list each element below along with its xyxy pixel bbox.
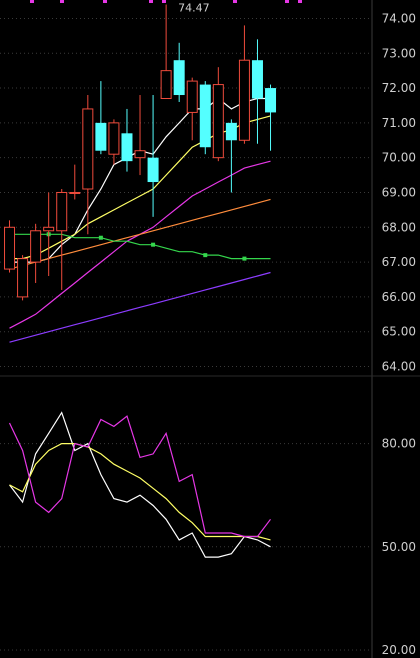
price-tick-label: 74.00: [382, 11, 416, 25]
price-tick-label: 73.00: [382, 46, 416, 60]
ma-marker: [98, 235, 103, 240]
stock-chart: 74.00 73.00 72.00 71.00 70.00 69.00 68.00 67.00…: [0, 0, 420, 658]
candlesticks: [4, 4, 277, 301]
candle-body: [30, 230, 42, 263]
candle-body: [199, 84, 211, 148]
top-marker: [149, 0, 153, 3]
ma-marker: [151, 242, 156, 247]
candle-body: [95, 122, 107, 151]
candle-body: [212, 84, 224, 159]
price-tick-label: 66.00: [382, 290, 416, 304]
top-marker: [233, 0, 237, 3]
price-tick-label: 68.00: [382, 220, 416, 234]
price-grid: [0, 17, 372, 368]
indicator-tick-label: 20.00: [382, 643, 416, 657]
indicator-tick-label: 80.00: [382, 437, 416, 451]
price-tick-label: 67.00: [382, 255, 416, 269]
top-marker: [30, 0, 34, 3]
candle-body: [225, 122, 237, 141]
high-price-label: 74.47: [178, 2, 210, 15]
candle-body: [17, 258, 29, 298]
top-marker: [162, 0, 166, 3]
price-axis: 74.00 73.00 72.00 71.00 70.00 69.00 68.00 67.00…: [178, 0, 416, 376]
price-tick-label: 70.00: [382, 151, 416, 165]
ma-marker: [242, 256, 247, 261]
candle-body: [121, 133, 133, 162]
top-marker: [103, 0, 107, 3]
candle-body: [251, 60, 263, 99]
price-tick-label: 69.00: [382, 185, 416, 199]
price-tick-label: 72.00: [382, 81, 416, 95]
candle-body: [147, 157, 159, 183]
top-marker: [285, 0, 289, 3]
candle-body: [160, 70, 172, 99]
candle-body: [108, 122, 120, 155]
candle-body: [56, 191, 68, 232]
candle-body: [238, 59, 250, 141]
candle-body: [69, 191, 81, 194]
candle-body: [43, 226, 55, 232]
candle-body: [186, 80, 198, 113]
top-marker: [298, 0, 302, 3]
indicator-tick-label: 50.00: [382, 540, 416, 554]
indicator-lines: [8, 411, 271, 558]
ma-marker: [203, 253, 208, 258]
indicator-axis: 80.00 50.00 20.00: [0, 375, 420, 658]
indicator-line: [9, 411, 271, 558]
price-tick-label: 64.00: [382, 360, 416, 374]
candle-body: [173, 60, 185, 96]
indicator-grid: [0, 443, 372, 651]
candle-body: [265, 88, 277, 113]
top-markers: [30, 0, 302, 3]
candle-body: [82, 108, 94, 190]
top-marker: [60, 0, 64, 3]
indicator-line: [9, 443, 271, 541]
candle-body: [134, 150, 146, 159]
price-tick-label: 65.00: [382, 325, 416, 339]
candle-body: [4, 226, 16, 270]
price-tick-label: 71.00: [382, 116, 416, 130]
